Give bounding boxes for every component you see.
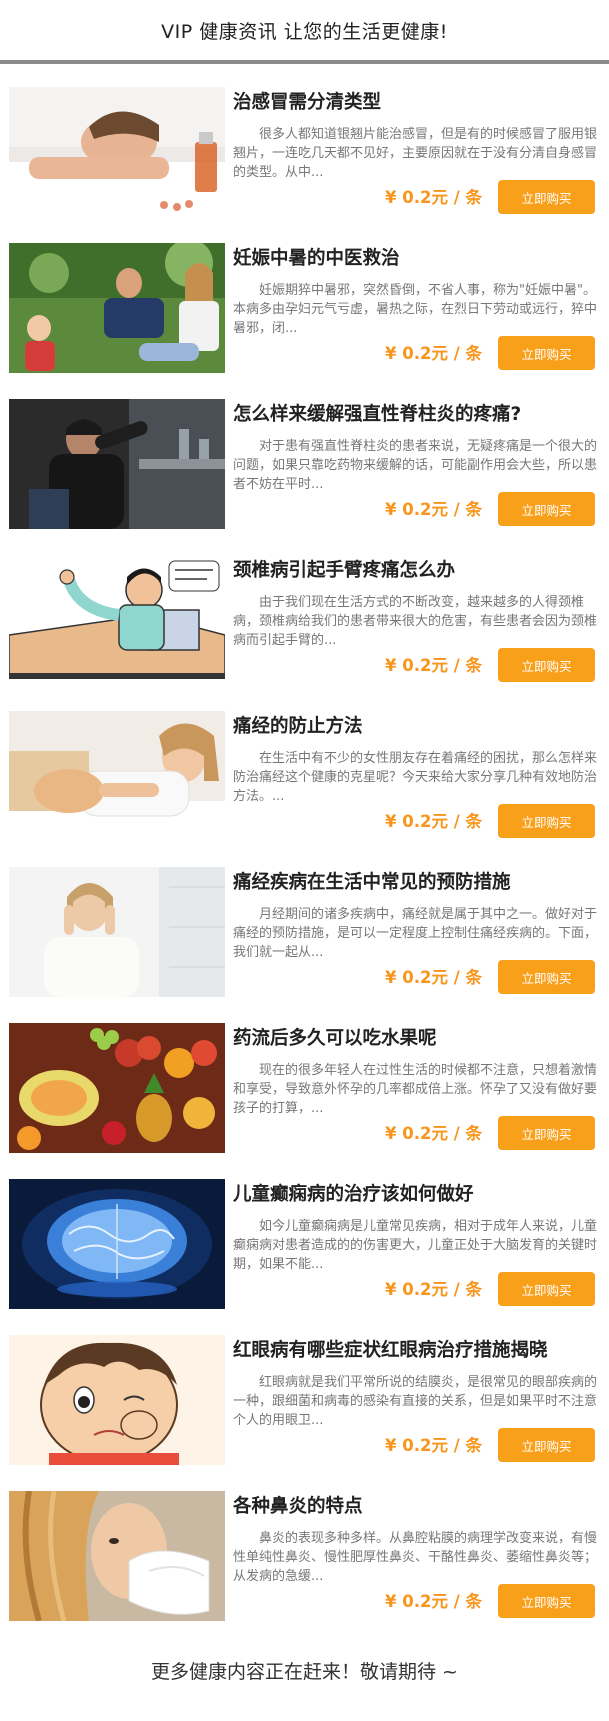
list-item[interactable]: 颈椎病引起手臂疼痛怎么办 由于我们现在生活方式的不断改变，越来越多的人得颈椎病，…	[9, 555, 604, 685]
list-item[interactable]: 怎么样来缓解强直性脊柱炎的疼痛? 对于患有强直性脊柱炎的患者来说，无疑疼痛是一个…	[9, 399, 604, 529]
buy-button[interactable]: 立即购买	[498, 648, 595, 682]
list-item[interactable]: 红眼病有哪些症状红眼病治疗措施揭晓 红眼病就是我们平常所说的结膜炎，是很常见的眼…	[9, 1335, 604, 1465]
buy-button[interactable]: 立即购买	[498, 960, 595, 994]
woman-lying-image	[9, 711, 225, 841]
article-thumbnail[interactable]	[9, 243, 225, 373]
article-summary: 在生活中有不少的女性朋友存在着痛经的困扰，那么怎样来防治痛经这个健康的克星呢？今…	[233, 751, 598, 804]
article-title[interactable]: 药流后多久可以吃水果呢	[233, 1024, 603, 1050]
article-title[interactable]: 痛经疾病在生活中常见的预防措施	[233, 868, 603, 894]
buy-button[interactable]: 立即购买	[498, 804, 595, 838]
buy-button[interactable]: 立即购买	[498, 1116, 595, 1150]
article-summary: 红眼病就是我们平常所说的结膜炎，是很常见的眼部疾病的一种，跟细菌和病毒的感染有直…	[233, 1375, 598, 1428]
article-title[interactable]: 痛经的防止方法	[233, 712, 603, 738]
article-title[interactable]: 治感冒需分清类型	[233, 88, 603, 114]
list-item[interactable]: 儿童癫痫病的治疗该如何做好 如今儿童癫痫病是儿童常见疾病，相对于成年人来说，儿童…	[9, 1179, 604, 1309]
list-item[interactable]: 药流后多久可以吃水果呢 现在的很多年轻人在过性生活的时候都不注意，只想着激情和享…	[9, 1023, 604, 1153]
article-thumbnail[interactable]	[9, 711, 225, 841]
sleeping-person-image	[9, 87, 225, 217]
article-price: ¥ 0.2元 / 条	[385, 968, 482, 987]
list-item[interactable]: 各种鼻炎的特点 鼻炎的表现多种多样。从鼻腔粘膜的病理学改变来说，有慢性单纯性鼻炎…	[9, 1491, 604, 1621]
article-price: ¥ 0.2元 / 条	[385, 1592, 482, 1611]
article-price: ¥ 0.2元 / 条	[385, 1280, 482, 1299]
article-summary: 很多人都知道银翘片能治感冒，但是有的时候感冒了服用银翘片，一连吃几天都不见好，主…	[233, 127, 598, 180]
stressed-woman-image	[9, 867, 225, 997]
cartoon-man-desk-image	[9, 555, 225, 685]
article-price: ¥ 0.2元 / 条	[385, 1436, 482, 1455]
article-title[interactable]: 红眼病有哪些症状红眼病治疗措施揭晓	[233, 1336, 603, 1362]
article-summary: 由于我们现在生活方式的不断改变，越来越多的人得颈椎病，颈椎病给我们的患者带来很大…	[233, 595, 598, 648]
buy-button[interactable]: 立即购买	[498, 492, 595, 526]
article-summary: 鼻炎的表现多种多样。从鼻腔粘膜的病理学改变来说，有慢性单纯性鼻炎、慢性肥厚性鼻炎…	[233, 1531, 598, 1584]
woman-tissue-image	[9, 1491, 225, 1621]
man-in-pain-image	[9, 399, 225, 529]
footer-notice: 更多健康内容正在赶来！敬请期待 ~	[151, 1661, 458, 1683]
buy-button[interactable]: 立即购买	[498, 336, 595, 370]
list-item[interactable]: 妊娠中暑的中医救治 妊娠期猝中暑邪，突然昏倒，不省人事，称为"妊娠中暑"。本病多…	[9, 243, 604, 373]
article-thumbnail[interactable]	[9, 1179, 225, 1309]
buy-button[interactable]: 立即购买	[498, 1272, 595, 1306]
article-thumbnail[interactable]	[9, 867, 225, 997]
page-title: VIP 健康资讯 让您的生活更健康!	[161, 20, 448, 43]
buy-button[interactable]: 立即购买	[498, 180, 595, 214]
cartoon-child-image	[9, 1335, 225, 1465]
article-summary: 现在的很多年轻人在过性生活的时候都不注意，只想着激情和享受，导致意外怀孕的几率都…	[233, 1063, 598, 1116]
article-thumbnail[interactable]	[9, 87, 225, 217]
article-thumbnail[interactable]	[9, 555, 225, 685]
article-price: ¥ 0.2元 / 条	[385, 1124, 482, 1143]
article-thumbnail[interactable]	[9, 1335, 225, 1465]
article-thumbnail[interactable]	[9, 1491, 225, 1621]
family-outdoors-image	[9, 243, 225, 373]
article-summary: 对于患有强直性脊柱炎的患者来说，无疑疼痛是一个很大的问题，如果只靠吃药物来缓解的…	[233, 439, 598, 492]
header-divider	[0, 60, 609, 64]
article-price: ¥ 0.2元 / 条	[385, 188, 482, 207]
article-title[interactable]: 妊娠中暑的中医救治	[233, 244, 603, 270]
article-title[interactable]: 各种鼻炎的特点	[233, 1492, 603, 1518]
article-title[interactable]: 怎么样来缓解强直性脊柱炎的疼痛?	[233, 400, 603, 426]
buy-button[interactable]: 立即购买	[498, 1584, 595, 1618]
article-price: ¥ 0.2元 / 条	[385, 812, 482, 831]
article-title[interactable]: 颈椎病引起手臂疼痛怎么办	[233, 556, 603, 582]
article-price: ¥ 0.2元 / 条	[385, 656, 482, 675]
page-header: VIP 健康资讯 让您的生活更健康!	[0, 0, 609, 60]
list-item[interactable]: 痛经的防止方法 在生活中有不少的女性朋友存在着痛经的困扰，那么怎样来防治痛经这个…	[9, 711, 604, 841]
glowing-brain-image	[9, 1179, 225, 1309]
article-price: ¥ 0.2元 / 条	[385, 344, 482, 363]
article-price: ¥ 0.2元 / 条	[385, 500, 482, 519]
buy-button[interactable]: 立即购买	[498, 1428, 595, 1462]
article-thumbnail[interactable]	[9, 1023, 225, 1153]
article-summary: 妊娠期猝中暑邪，突然昏倒，不省人事，称为"妊娠中暑"。本病多由孕妇元气亏虚，暑热…	[233, 283, 598, 336]
article-title[interactable]: 儿童癫痫病的治疗该如何做好	[233, 1180, 603, 1206]
list-item[interactable]: 痛经疾病在生活中常见的预防措施 月经期间的诸多疾病中，痛经就是属于其中之一。做好…	[9, 867, 604, 997]
fruit-image	[9, 1023, 225, 1153]
article-thumbnail[interactable]	[9, 399, 225, 529]
list-item[interactable]: 治感冒需分清类型 很多人都知道银翘片能治感冒，但是有的时候感冒了服用银翘片，一连…	[9, 87, 604, 217]
article-summary: 月经期间的诸多疾病中，痛经就是属于其中之一。做好对于痛经的预防措施，是可以一定程…	[233, 907, 598, 960]
article-summary: 如今儿童癫痫病是儿童常见疾病，相对于成年人来说，儿童癫痫病对患者造成的的伤害更大…	[233, 1219, 598, 1272]
